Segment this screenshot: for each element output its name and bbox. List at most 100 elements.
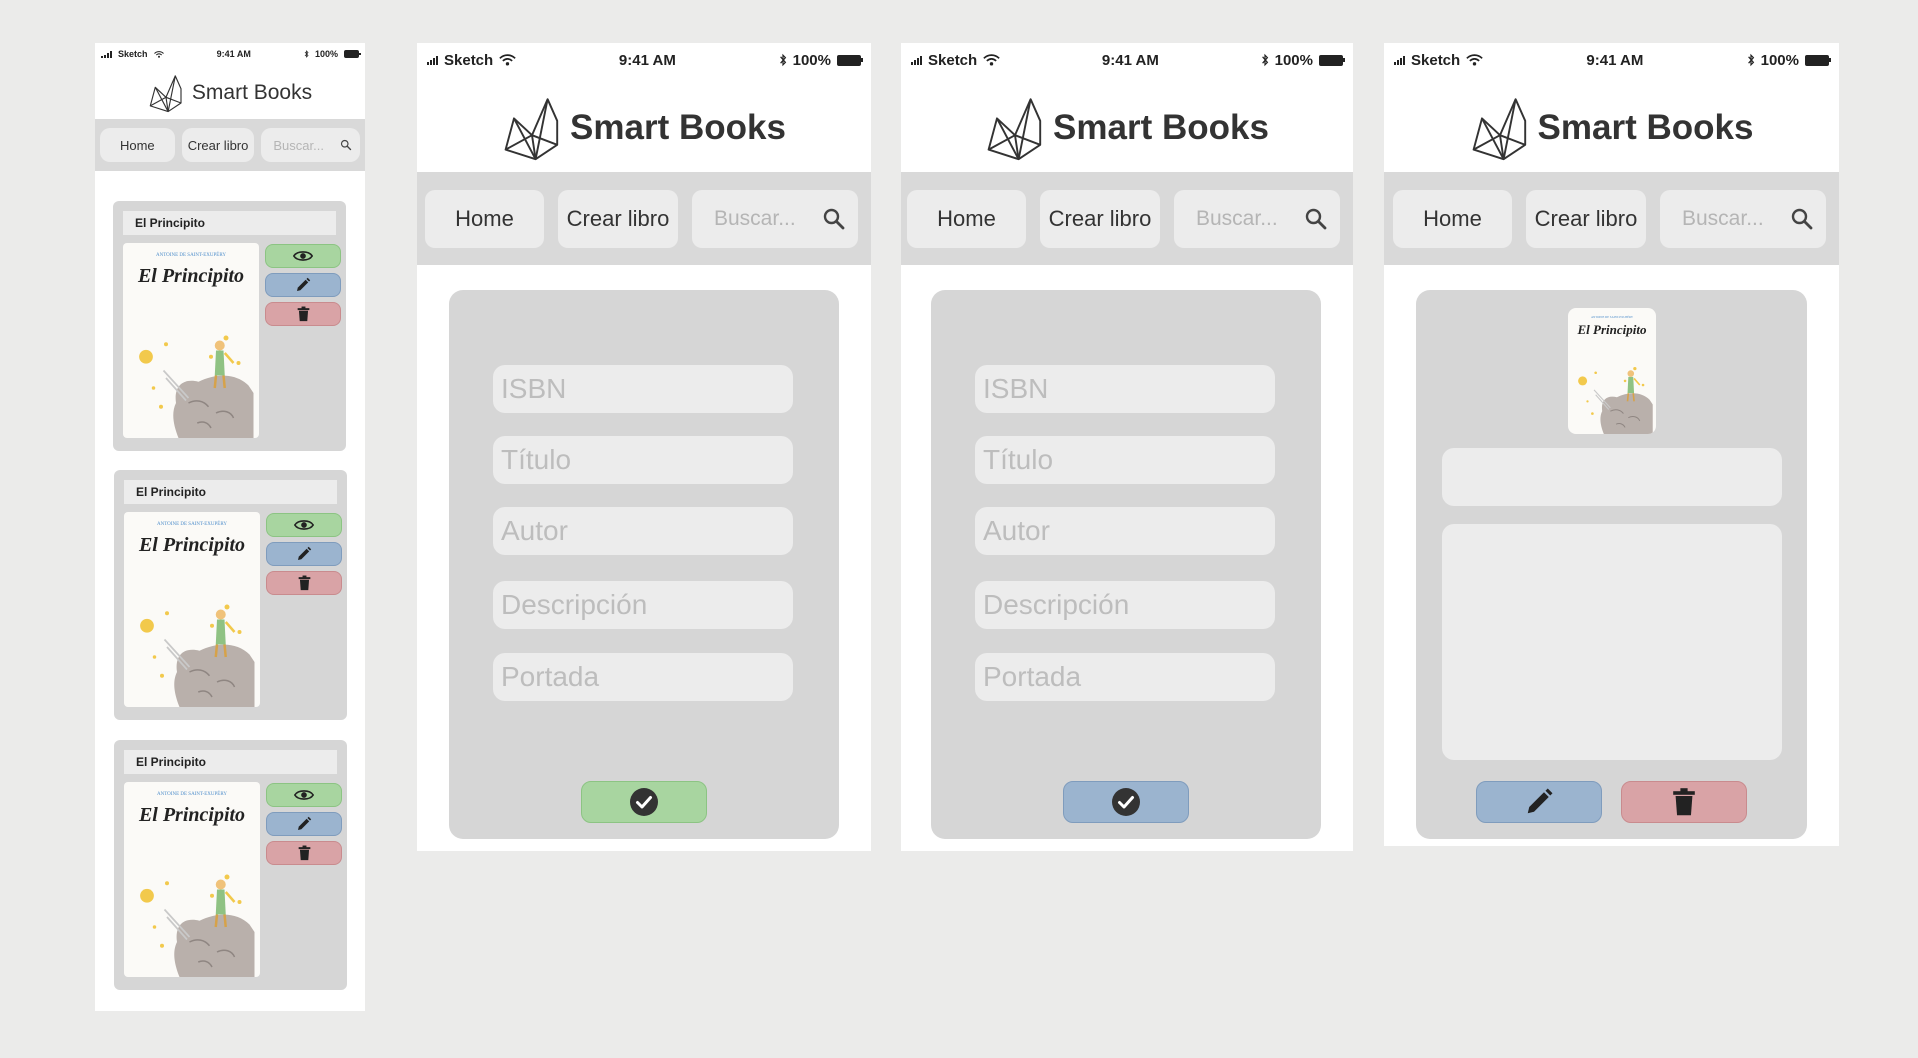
signal-icon [1394, 55, 1405, 65]
cover-author: ANTOINE DE SAINT-EXUPÉRY [157, 522, 227, 527]
nav-create-book-button[interactable]: Crear libro [181, 128, 255, 162]
description-display [1442, 524, 1782, 760]
search-icon[interactable] [822, 207, 846, 231]
book-card-title: El Principito [123, 211, 336, 235]
search-input[interactable]: Buscar... [1660, 189, 1826, 248]
signal-icon [101, 50, 112, 58]
confirm-button[interactable] [1063, 781, 1189, 823]
book-detail-screen: Sketch 9:41 AM 100% Smart Books Home Cre… [1384, 43, 1839, 846]
status-time: 9:41 AM [1586, 51, 1644, 69]
title-field[interactable]: Título [975, 436, 1275, 484]
isbn-field[interactable]: ISBN [493, 365, 793, 413]
brand-name: Smart Books [191, 81, 313, 104]
author-field[interactable]: Autor [975, 507, 1275, 555]
edit-button[interactable] [266, 812, 342, 836]
description-field[interactable]: Descripción [493, 581, 793, 629]
confirm-button[interactable] [581, 781, 707, 823]
battery-percent: 100% [792, 51, 831, 69]
trash-icon [297, 306, 310, 322]
nav-home-button[interactable]: Home [100, 128, 175, 162]
nav-create-book-button[interactable]: Crear libro [558, 189, 678, 248]
pencil-icon [296, 546, 312, 562]
eye-icon [294, 788, 314, 802]
cover-field[interactable]: Portada [493, 653, 793, 701]
battery-percent: 100% [1274, 51, 1313, 69]
nav-home-button[interactable]: Home [425, 189, 544, 248]
isbn-field[interactable]: ISBN [975, 365, 1275, 413]
check-circle-icon [1111, 787, 1141, 817]
cover-illustration [123, 288, 259, 438]
nav-bar: Home Crear libro Buscar... [95, 119, 365, 171]
carrier-label: Sketch [444, 51, 494, 69]
app-header: Smart Books [901, 93, 1353, 163]
view-button[interactable] [265, 244, 341, 268]
search-input[interactable]: Buscar... [261, 128, 360, 162]
view-button[interactable] [266, 513, 342, 537]
book-card: El Principito ANTOINE DE SAINT-EXUPÉRY E… [113, 201, 346, 451]
trash-icon [1672, 787, 1696, 817]
brand-name: Smart Books [1537, 108, 1754, 147]
edit-book-screen: Sketch 9:41 AM 100% Smart Books Home Cre… [901, 43, 1353, 851]
signal-icon [911, 55, 922, 65]
title-field[interactable]: Título [493, 436, 793, 484]
nav-create-book-button[interactable]: Crear libro [1040, 189, 1160, 248]
app-header: Smart Books [1384, 93, 1839, 163]
cover-field[interactable]: Portada [975, 653, 1275, 701]
delete-button[interactable] [265, 302, 341, 326]
cover-illustration [124, 557, 260, 707]
title-display [1442, 448, 1782, 506]
check-circle-icon [629, 787, 659, 817]
nav-bar: Home Crear libro Buscar... [417, 172, 871, 265]
battery-percent: 100% [314, 49, 338, 59]
book-cover-image[interactable]: ANTOINE DE SAINT-EXUPÉRY El Principito [124, 782, 260, 977]
search-icon[interactable] [340, 139, 352, 151]
status-bar: Sketch 9:41 AM 100% [417, 43, 871, 77]
bluetooth-icon [1261, 53, 1269, 67]
book-cover-image: ANTOINE DE SAINT-EXUPÉRY El Principito [1568, 308, 1656, 434]
nav-home-button[interactable]: Home [907, 189, 1026, 248]
delete-button[interactable] [1621, 781, 1747, 823]
nav-create-book-button[interactable]: Crear libro [1526, 189, 1646, 248]
crown-logo-icon [502, 93, 562, 163]
trash-icon [298, 575, 311, 591]
bluetooth-icon [779, 53, 787, 67]
search-icon[interactable] [1304, 207, 1328, 231]
pencil-icon [295, 277, 311, 293]
book-form-panel: ISBN Título Autor Descripción Portada [449, 290, 839, 839]
carrier-label: Sketch [928, 51, 978, 69]
book-detail-panel: ANTOINE DE SAINT-EXUPÉRY El Principito [1416, 290, 1807, 839]
search-placeholder: Buscar... [273, 137, 324, 153]
edit-button[interactable] [1476, 781, 1602, 823]
wifi-icon [499, 54, 516, 66]
battery-icon [1318, 54, 1345, 66]
nav-home-button[interactable]: Home [1393, 189, 1512, 248]
description-field[interactable]: Descripción [975, 581, 1275, 629]
delete-button[interactable] [266, 841, 342, 865]
edit-button[interactable] [266, 542, 342, 566]
app-header: Smart Books [417, 93, 871, 163]
view-button[interactable] [266, 783, 342, 807]
bluetooth-icon [304, 50, 309, 58]
book-form-panel: ISBN Título Autor Descripción Portada [931, 290, 1321, 839]
crown-logo-icon [148, 73, 184, 113]
search-placeholder: Buscar... [1682, 206, 1764, 230]
cover-author: ANTOINE DE SAINT-EXUPÉRY [157, 792, 227, 797]
book-card-title: El Principito [124, 750, 337, 774]
book-card: El Principito ANTOINE DE SAINT-EXUPÉRY E… [114, 470, 347, 720]
status-time: 9:41 AM [618, 51, 676, 69]
create-book-screen: Sketch 9:41 AM 100% Smart Books Home Cre… [417, 43, 871, 851]
cover-illustration [124, 827, 260, 977]
battery-icon [836, 54, 863, 66]
book-cover-image[interactable]: ANTOINE DE SAINT-EXUPÉRY El Principito [123, 243, 259, 438]
search-input[interactable]: Buscar... [692, 189, 858, 248]
edit-button[interactable] [265, 273, 341, 297]
book-card-title: El Principito [124, 480, 337, 504]
author-field[interactable]: Autor [493, 507, 793, 555]
book-cover-image[interactable]: ANTOINE DE SAINT-EXUPÉRY El Principito [124, 512, 260, 707]
delete-button[interactable] [266, 571, 342, 595]
wifi-icon [154, 51, 164, 58]
battery-icon [343, 50, 361, 58]
search-icon[interactable] [1790, 207, 1814, 231]
crown-logo-icon [1470, 93, 1530, 163]
search-input[interactable]: Buscar... [1174, 189, 1340, 248]
